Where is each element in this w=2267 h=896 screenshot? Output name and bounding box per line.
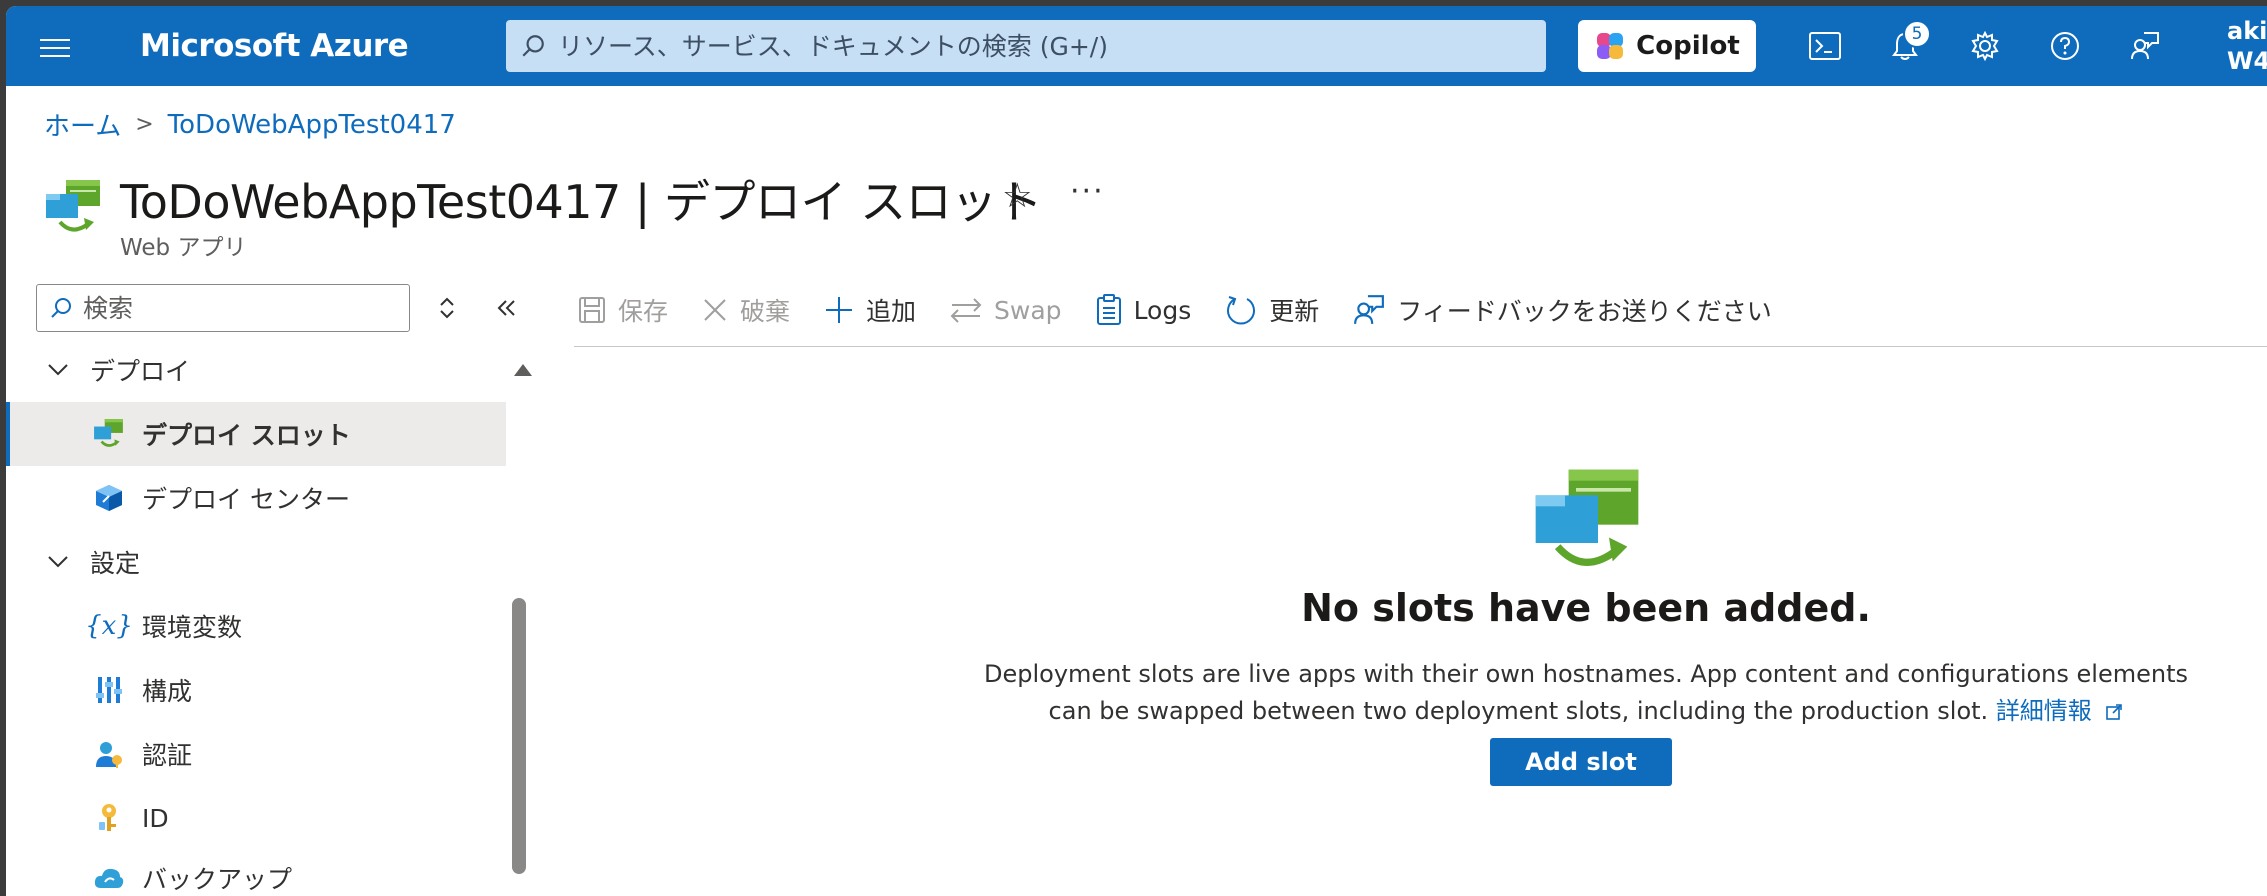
page-subtitle: Web アプリ xyxy=(120,235,247,261)
refresh-icon xyxy=(1227,296,1256,325)
close-icon xyxy=(704,299,726,321)
gear-icon xyxy=(1971,31,1999,61)
sidebar-search-input[interactable] xyxy=(83,293,393,323)
breadcrumb-resource-link[interactable]: ToDoWebAppTest0417 xyxy=(168,110,456,140)
feedback-icon xyxy=(2131,32,2159,60)
deployment-center-icon xyxy=(92,481,126,515)
copilot-icon xyxy=(1597,33,1624,59)
copilot-label: Copilot xyxy=(1636,31,1740,61)
collapse-sidebar-icon[interactable] xyxy=(494,296,518,326)
swap-button[interactable]: Swap xyxy=(950,296,1062,325)
notifications-button[interactable]: 5 xyxy=(1881,20,1931,70)
save-label: 保存 xyxy=(618,297,669,326)
help-button[interactable] xyxy=(2041,22,2089,70)
sidebar-item-label: ID xyxy=(142,803,169,833)
sidebar-group-label: 設定 xyxy=(90,549,141,578)
deployment-slot-icon xyxy=(46,180,100,232)
brand-title[interactable]: Microsoft Azure xyxy=(140,28,409,64)
breadcrumb-home-link[interactable]: ホーム xyxy=(44,106,121,143)
sidebar-item-backup[interactable]: バックアップ xyxy=(6,846,506,896)
scroll-up-arrow-icon[interactable] xyxy=(514,364,532,376)
add-label: 追加 xyxy=(866,297,917,326)
logs-label: Logs xyxy=(1133,295,1192,325)
empty-state-title: No slots have been added. xyxy=(1301,586,1871,630)
swap-icon xyxy=(950,298,982,323)
empty-state-description: Deployment slots are live apps with thei… xyxy=(976,656,2196,730)
feedback-label: フィードバックをお送りください xyxy=(1397,297,1772,326)
sidebar-item-deployment-center[interactable]: デプロイ センター xyxy=(6,466,506,530)
sidebar-scrollbar-thumb[interactable] xyxy=(512,598,526,874)
plus-icon xyxy=(826,297,853,323)
global-search[interactable] xyxy=(506,20,1546,72)
sidebar-item-configuration[interactable]: 構成 xyxy=(6,658,506,722)
chevron-down-icon xyxy=(48,556,68,568)
save-icon xyxy=(579,297,605,323)
chevron-down-icon xyxy=(48,364,68,376)
clipboard-list-icon xyxy=(1096,294,1121,325)
search-icon xyxy=(522,35,544,57)
feedback-button[interactable]: フィードバックをお送りください xyxy=(1353,292,1772,328)
hamburger-menu-icon[interactable] xyxy=(40,39,70,59)
add-slot-button[interactable]: Add slot xyxy=(1490,738,1672,786)
feedback-button[interactable] xyxy=(2121,22,2169,70)
cloud-shell-icon xyxy=(1809,32,1841,60)
cloud-shell-button[interactable] xyxy=(1801,22,1849,70)
swap-label: Swap xyxy=(994,295,1062,325)
save-button[interactable]: 保存 xyxy=(578,292,668,328)
sidebar-item-environment-variables[interactable]: {x} 環境変数 xyxy=(6,594,506,658)
deployment-slot-illustration-icon xyxy=(1535,469,1639,566)
authentication-icon xyxy=(92,737,126,771)
refresh-button[interactable]: 更新 xyxy=(1225,292,1319,328)
azure-portal-window: Microsoft Azure Copilot xyxy=(6,6,2267,896)
sidebar-group-deploy[interactable]: デプロイ xyxy=(46,352,190,388)
sidebar-item-label: 環境変数 xyxy=(142,613,243,642)
sidebar-item-label: バックアップ xyxy=(142,865,293,894)
add-button[interactable]: 追加 xyxy=(824,292,916,328)
discard-button[interactable]: 破棄 xyxy=(702,292,790,328)
help-icon xyxy=(2051,32,2079,60)
sidebar-item-label: デプロイ センター xyxy=(142,485,350,514)
sidebar-item-deployment-slots[interactable]: デプロイ スロット xyxy=(6,402,506,466)
sidebar-search[interactable] xyxy=(36,284,410,332)
account-info[interactable]: aki W4I xyxy=(2227,16,2267,76)
sidebar-group-settings[interactable]: 設定 xyxy=(46,544,140,580)
notification-count-badge: 5 xyxy=(1903,20,1931,48)
external-link-icon xyxy=(2106,704,2123,720)
backup-cloud-icon xyxy=(92,861,126,895)
identity-key-icon xyxy=(92,801,126,835)
sidebar-item-label: デプロイ スロット xyxy=(142,421,351,450)
sidebar-item-label: 構成 xyxy=(142,677,193,706)
page-title: ToDoWebAppTest0417 | デプロイ スロット xyxy=(120,175,1043,229)
logs-button[interactable]: Logs xyxy=(1096,294,1192,326)
global-search-input[interactable] xyxy=(558,31,1538,61)
configuration-icon xyxy=(92,673,126,707)
command-bar: 保存 破棄 追加 Swap Logs 更新 フィードバックをお送りください xyxy=(578,286,1806,334)
account-tenant: W4I xyxy=(2227,47,2267,75)
command-bar-divider xyxy=(574,346,2267,347)
sort-toggle-icon[interactable] xyxy=(438,296,456,326)
account-name: aki xyxy=(2227,17,2267,45)
more-actions-icon[interactable]: ··· xyxy=(1070,174,1105,209)
search-icon xyxy=(51,298,71,318)
sidebar-item-identity[interactable]: ID xyxy=(6,786,506,850)
variable-icon: {x} xyxy=(85,611,133,641)
sidebar-nav: デプロイ デプロイ スロット デプロイ センター 設定 {x} 環境変数 構成 … xyxy=(6,346,506,896)
refresh-label: 更新 xyxy=(1269,297,1320,326)
sidebar-item-authentication[interactable]: 認証 xyxy=(6,722,506,786)
settings-button[interactable] xyxy=(1961,22,2009,70)
sidebar-item-label: 認証 xyxy=(142,741,193,770)
discard-label: 破棄 xyxy=(740,297,791,326)
feedback-icon xyxy=(1354,295,1385,324)
copilot-button[interactable]: Copilot xyxy=(1578,20,1756,72)
top-bar: Microsoft Azure Copilot xyxy=(6,6,2267,86)
breadcrumb: ホーム > ToDoWebAppTest0417 xyxy=(44,106,456,143)
deployment-slot-icon xyxy=(92,417,126,451)
favorite-star-icon[interactable]: ☆ xyxy=(1002,176,1032,216)
breadcrumb-separator: > xyxy=(135,112,154,137)
learn-more-label: 詳細情報 xyxy=(1995,697,2092,725)
sidebar-group-label: デプロイ xyxy=(90,357,191,386)
learn-more-link[interactable]: 詳細情報 xyxy=(1996,697,2124,725)
